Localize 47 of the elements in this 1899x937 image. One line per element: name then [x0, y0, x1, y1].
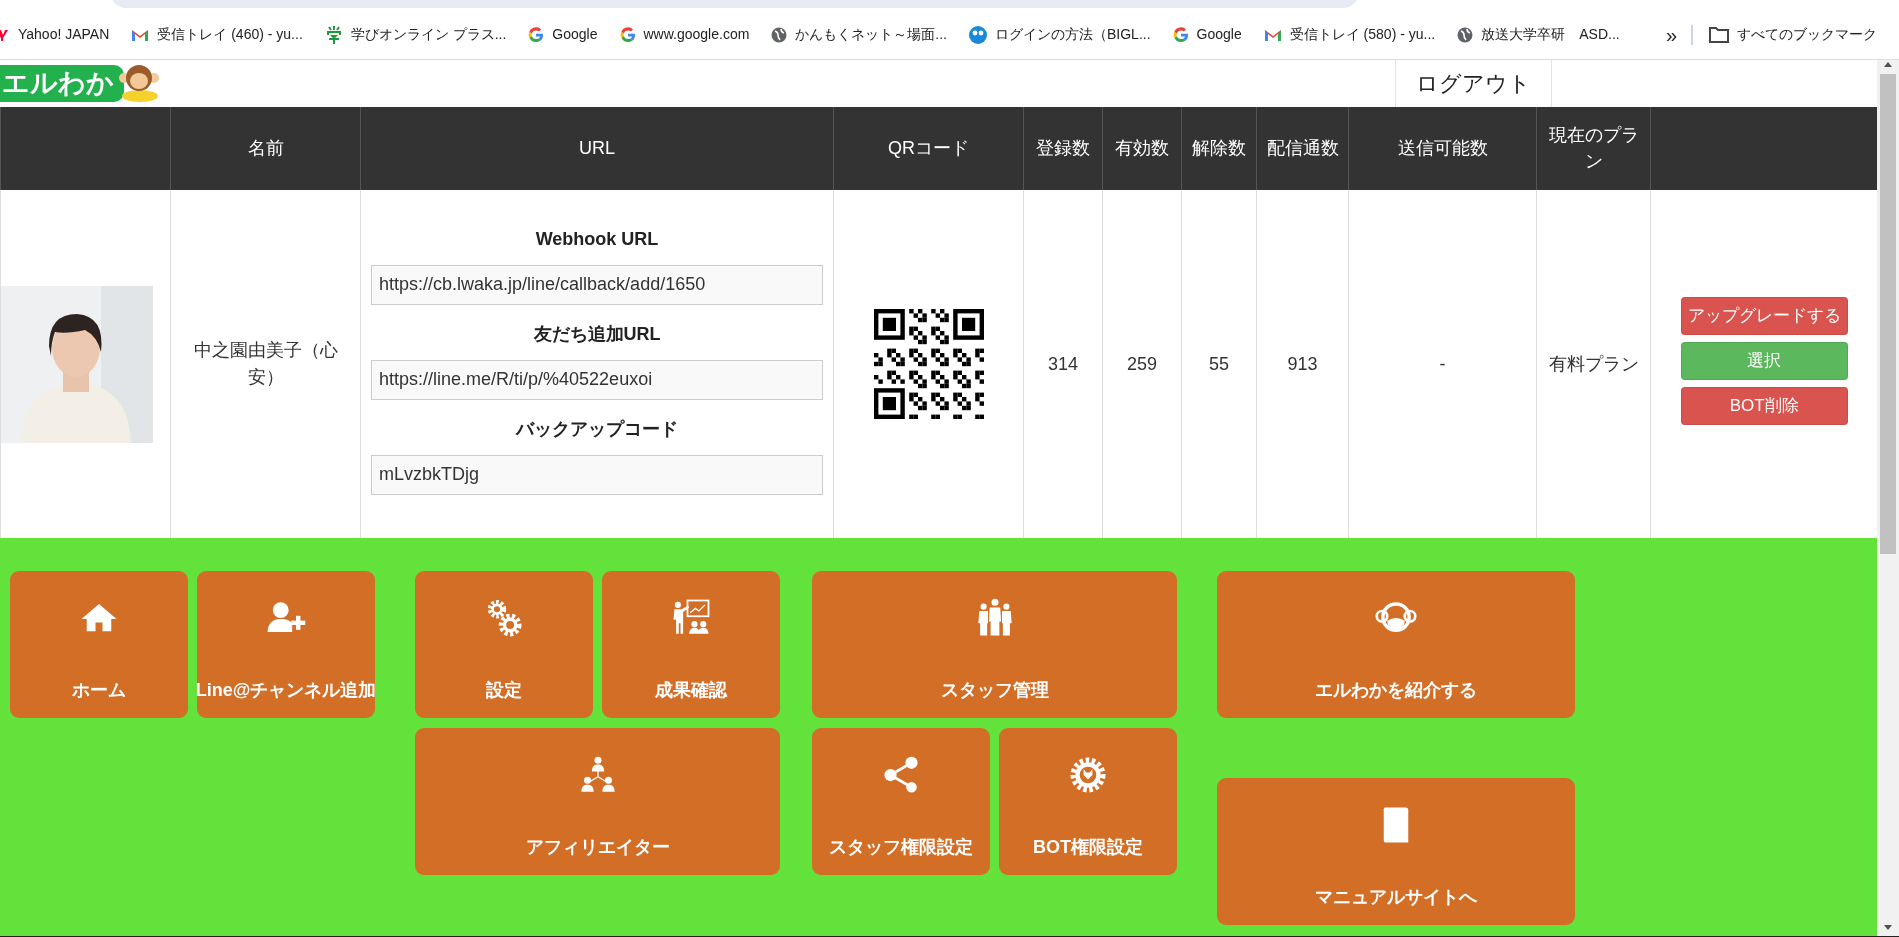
url-field[interactable]: https://line.me/R/ti/p/%40522euxoi [371, 359, 823, 400]
field-label: Webhook URL [534, 227, 660, 251]
action-button[interactable]: BOT削除 [1680, 386, 1848, 425]
scroll-down-icon[interactable] [1883, 924, 1893, 932]
yahoo-logo-icon [0, 27, 10, 42]
column-header: 現在のプラン [1536, 107, 1651, 190]
column-header: URL [360, 107, 834, 190]
gmail-icon [1263, 27, 1282, 42]
url-field[interactable]: mLvzbkTDjg [371, 454, 823, 495]
study-icon [324, 25, 343, 44]
bookmark-link[interactable]: 放送大学卒研 ASD... [1457, 24, 1620, 45]
scroll-up-icon[interactable] [1883, 60, 1893, 68]
action-button[interactable]: アップグレードする [1680, 296, 1848, 335]
globe-icon [771, 26, 788, 43]
scrollbar-thumb[interactable] [1880, 74, 1896, 554]
bookmark-link[interactable]: Google [1172, 24, 1242, 45]
bookmark-link[interactable]: www.google.com [619, 24, 750, 45]
column-header: 送信可能数 [1348, 107, 1537, 190]
folder-icon [1709, 26, 1729, 43]
bookmark-link[interactable]: Google [528, 24, 598, 45]
google-icon [619, 26, 636, 43]
mascot-icon [116, 63, 160, 104]
globe-icon [1457, 26, 1474, 43]
url-field[interactable]: https://cb.lwaka.jp/line/callback/add/1650 [371, 264, 823, 305]
bookmark-link[interactable]: ログインの方法（BIGL... [969, 24, 1151, 45]
scrollbar[interactable] [1877, 60, 1899, 936]
column-header: 配信通数 [1256, 107, 1349, 190]
all-bookmarks-link[interactable]: すべてのブックマーク [1709, 24, 1877, 45]
bookmark-link[interactable]: かんもくネット～場面... [771, 24, 947, 45]
google-icon [1172, 26, 1189, 43]
bookmark-link[interactable]: 受信トレイ (580) - yu... [1263, 24, 1436, 45]
field-label: バックアップコード [514, 417, 679, 441]
more-bookmarks-button[interactable]: » [1665, 19, 1677, 50]
bookmark-link[interactable]: 学びオンライン プラス... [324, 24, 507, 45]
column-header: 登録数 [1023, 107, 1103, 190]
bookmark-link[interactable]: 受信トレイ (460) - yu... [131, 24, 303, 45]
field-label: 友だち追加URL [532, 322, 662, 346]
column-header: 名前 [170, 107, 361, 190]
column-header: 解除数 [1181, 107, 1257, 190]
column-header: 有効数 [1102, 107, 1182, 190]
round-mascot-icon [969, 25, 987, 44]
google-icon [528, 26, 545, 43]
column-header: QRコード [833, 107, 1024, 190]
gmail-icon [131, 27, 150, 42]
logout-button[interactable]: ログアウト [1395, 60, 1552, 107]
bookmark-link[interactable]: Yahoo! JAPAN [0, 24, 110, 45]
logo-text: エルわか [0, 65, 124, 102]
